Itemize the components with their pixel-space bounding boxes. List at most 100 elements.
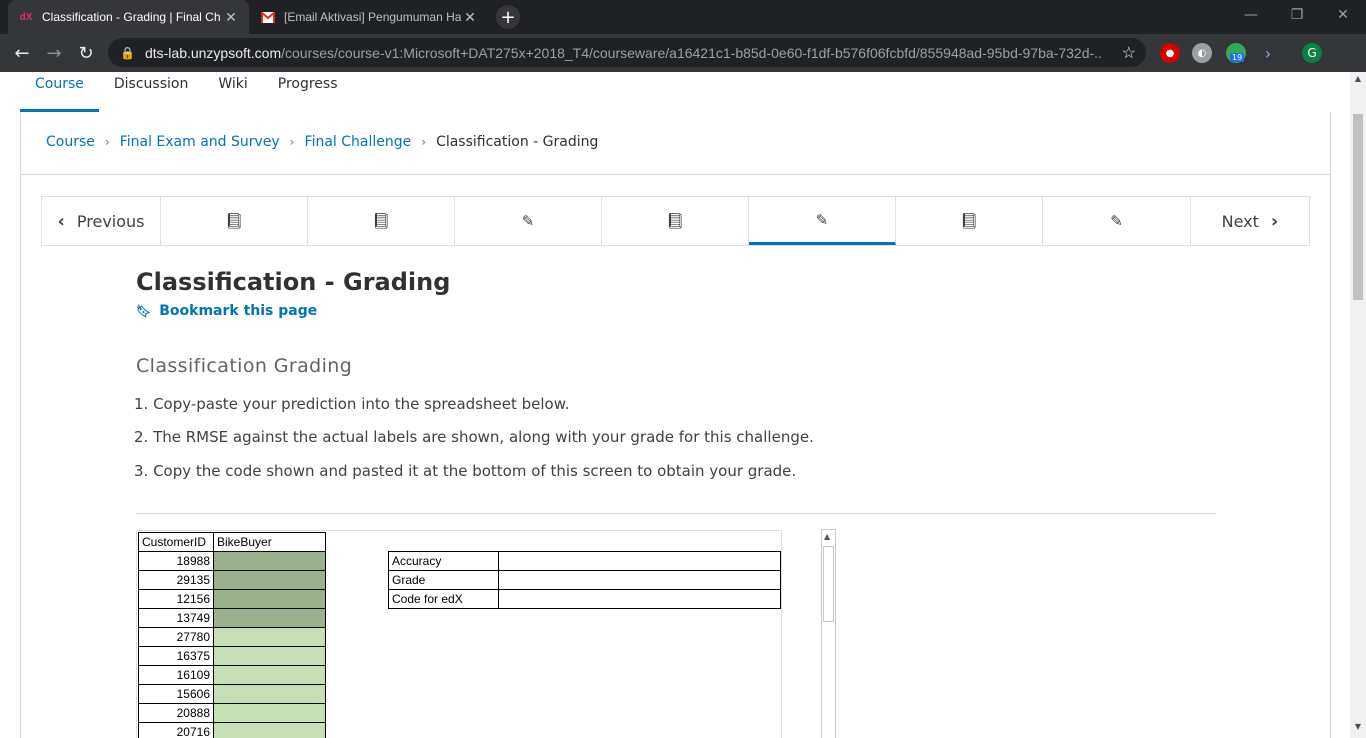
scroll-thumb[interactable] xyxy=(1353,114,1363,300)
bikebuyer-cell[interactable] xyxy=(213,589,326,609)
minimize-icon[interactable]: — xyxy=(1228,0,1274,30)
extension-gauge-icon[interactable]: ◐ xyxy=(1192,43,1212,63)
bikebuyer-cell[interactable] xyxy=(213,722,326,738)
edit-icon: ✎ xyxy=(521,212,535,230)
chevron-right-icon: › xyxy=(1270,210,1279,232)
scroll-thumb[interactable] xyxy=(823,546,834,622)
spreadsheet[interactable]: CustomerID BikeBuyer 18988 29135 12156 1… xyxy=(136,530,782,738)
restore-icon[interactable]: ❐ xyxy=(1274,0,1320,30)
sequence-nav: ‹ Previous 📘︎ 📘︎ ✎ 📘︎ ✎ 📘︎ ✎ Next › xyxy=(41,196,1310,246)
address-bar[interactable]: 🔒 dts-lab.unzypsoft.com /courses/course-… xyxy=(108,38,1146,67)
chevron-left-icon: ‹ xyxy=(57,210,65,232)
page-title: Classification - Grading xyxy=(136,268,451,296)
reload-icon[interactable]: ↻ xyxy=(74,41,98,65)
breadcrumb-current: Classification - Grading xyxy=(436,134,599,150)
tab-wiki[interactable]: Wiki xyxy=(203,72,262,112)
extension-shield-icon[interactable]: ● xyxy=(1160,43,1180,63)
bikebuyer-cell[interactable] xyxy=(213,551,326,571)
sequence-item-edit-active[interactable]: ✎ xyxy=(749,197,896,245)
instruction-item: 3. Copy the code shown and pasted it at … xyxy=(134,462,797,480)
bikebuyer-cell[interactable] xyxy=(213,627,326,647)
prediction-table: CustomerID BikeBuyer 18988 29135 12156 1… xyxy=(138,532,326,738)
forward-arrow-icon[interactable]: → xyxy=(42,41,66,65)
lock-icon: 🔒 xyxy=(120,45,135,60)
bikebuyer-cell[interactable] xyxy=(213,665,326,685)
bookmark-button[interactable]: 🔖︎ Bookmark this page xyxy=(136,303,317,319)
customer-id-cell: 27780 xyxy=(138,627,214,647)
divider xyxy=(21,174,1330,175)
chevron-right-icon: › xyxy=(421,135,427,149)
customer-id-cell: 18988 xyxy=(138,551,214,571)
spreadsheet-scrollbar[interactable]: ▲ xyxy=(821,529,836,738)
close-icon[interactable]: ✕ xyxy=(223,9,239,26)
sequence-item-book[interactable]: 📘︎ xyxy=(896,197,1043,245)
customer-id-cell: 20716 xyxy=(138,722,214,738)
browser-tab-strip: dX Classification - Grading | Final Ch ✕… xyxy=(0,0,1366,34)
tab-discussion[interactable]: Discussion xyxy=(99,72,203,112)
divider xyxy=(136,513,1216,514)
breadcrumb-course[interactable]: Course xyxy=(46,134,95,150)
next-label: Next xyxy=(1221,211,1259,231)
previous-label: Previous xyxy=(76,211,145,231)
customer-id-cell: 15606 xyxy=(138,684,214,704)
browser-tab-active[interactable]: dX Classification - Grading | Final Ch ✕ xyxy=(8,0,249,34)
page-viewport: Course Discussion Wiki Progress Course ›… xyxy=(0,72,1350,738)
bookmark-icon: 🔖︎ xyxy=(136,304,152,318)
close-icon[interactable]: ✕ xyxy=(462,9,478,26)
scroll-down-icon[interactable]: ▼ xyxy=(1350,722,1366,736)
extension-chevron-icon[interactable]: › xyxy=(1258,43,1278,63)
back-arrow-icon[interactable]: ← xyxy=(10,41,34,65)
column-header: CustomerID xyxy=(138,532,214,552)
sequence-item-edit[interactable]: ✎ xyxy=(455,197,602,245)
results-table: Accuracy Grade Code for edX xyxy=(388,551,781,609)
tab-progress[interactable]: Progress xyxy=(263,72,353,112)
bookmark-star-icon[interactable]: ☆ xyxy=(1122,43,1136,63)
column-header: BikeBuyer xyxy=(213,532,326,552)
tab-course[interactable]: Course xyxy=(20,72,99,112)
book-icon: 📘︎ xyxy=(224,212,244,230)
instruction-item: 2. The RMSE against the actual labels ar… xyxy=(134,428,814,446)
chevron-right-icon: › xyxy=(104,135,110,149)
browser-tab[interactable]: [Email Aktivasi] Pengumuman Ha ✕ xyxy=(250,0,488,34)
breadcrumb-section[interactable]: Final Exam and Survey xyxy=(120,134,280,150)
accuracy-value xyxy=(498,551,781,571)
extension-badge-count: 19 xyxy=(1230,53,1245,62)
tab-title: [Email Aktivasi] Pengumuman Ha xyxy=(284,10,462,24)
bikebuyer-cell[interactable] xyxy=(213,684,326,704)
scroll-up-icon[interactable]: ▲ xyxy=(824,532,830,541)
chevron-right-icon: › xyxy=(289,135,295,149)
book-icon: 📘︎ xyxy=(371,212,391,230)
next-button[interactable]: Next › xyxy=(1191,197,1309,245)
bikebuyer-cell[interactable] xyxy=(213,703,326,723)
accuracy-label: Accuracy xyxy=(388,551,499,571)
bikebuyer-cell[interactable] xyxy=(213,646,326,666)
profile-avatar[interactable]: G xyxy=(1302,43,1322,63)
sequence-item-book[interactable]: 📘︎ xyxy=(602,197,749,245)
sequence-item-book[interactable]: 📘︎ xyxy=(161,197,308,245)
customer-id-cell: 16109 xyxy=(138,665,214,685)
page-scrollbar[interactable]: ▲ ▼ xyxy=(1350,72,1366,738)
bikebuyer-cell[interactable] xyxy=(213,608,326,628)
gmail-icon xyxy=(260,10,276,24)
section-heading: Classification Grading xyxy=(136,355,353,377)
extension-badge-icon[interactable]: 19 xyxy=(1226,43,1246,63)
new-tab-button[interactable]: + xyxy=(496,5,520,29)
sequence-item-book[interactable]: 📘︎ xyxy=(308,197,455,245)
sequence-item-edit[interactable]: ✎ xyxy=(1043,197,1191,245)
previous-button[interactable]: ‹ Previous xyxy=(42,197,161,245)
customer-id-cell: 16375 xyxy=(138,646,214,666)
breadcrumb-subsection[interactable]: Final Challenge xyxy=(305,134,412,150)
code-value[interactable] xyxy=(498,589,781,609)
book-icon: 📘︎ xyxy=(959,212,979,230)
code-label: Code for edX xyxy=(388,589,499,609)
course-tabs: Course Discussion Wiki Progress xyxy=(20,72,353,112)
close-window-icon[interactable]: ✕ xyxy=(1320,0,1366,30)
book-icon: 📘︎ xyxy=(665,212,685,230)
url-host: dts-lab.unzypsoft.com xyxy=(144,44,282,61)
breadcrumb: Course › Final Exam and Survey › Final C… xyxy=(46,134,598,150)
edit-icon: ✎ xyxy=(815,210,829,229)
bikebuyer-cell[interactable] xyxy=(213,570,326,590)
scroll-up-icon[interactable]: ▲ xyxy=(1350,74,1366,88)
url-path: /courses/course-v1:Microsoft+DAT275x+201… xyxy=(281,44,1102,61)
customer-id-cell: 12156 xyxy=(138,589,214,609)
